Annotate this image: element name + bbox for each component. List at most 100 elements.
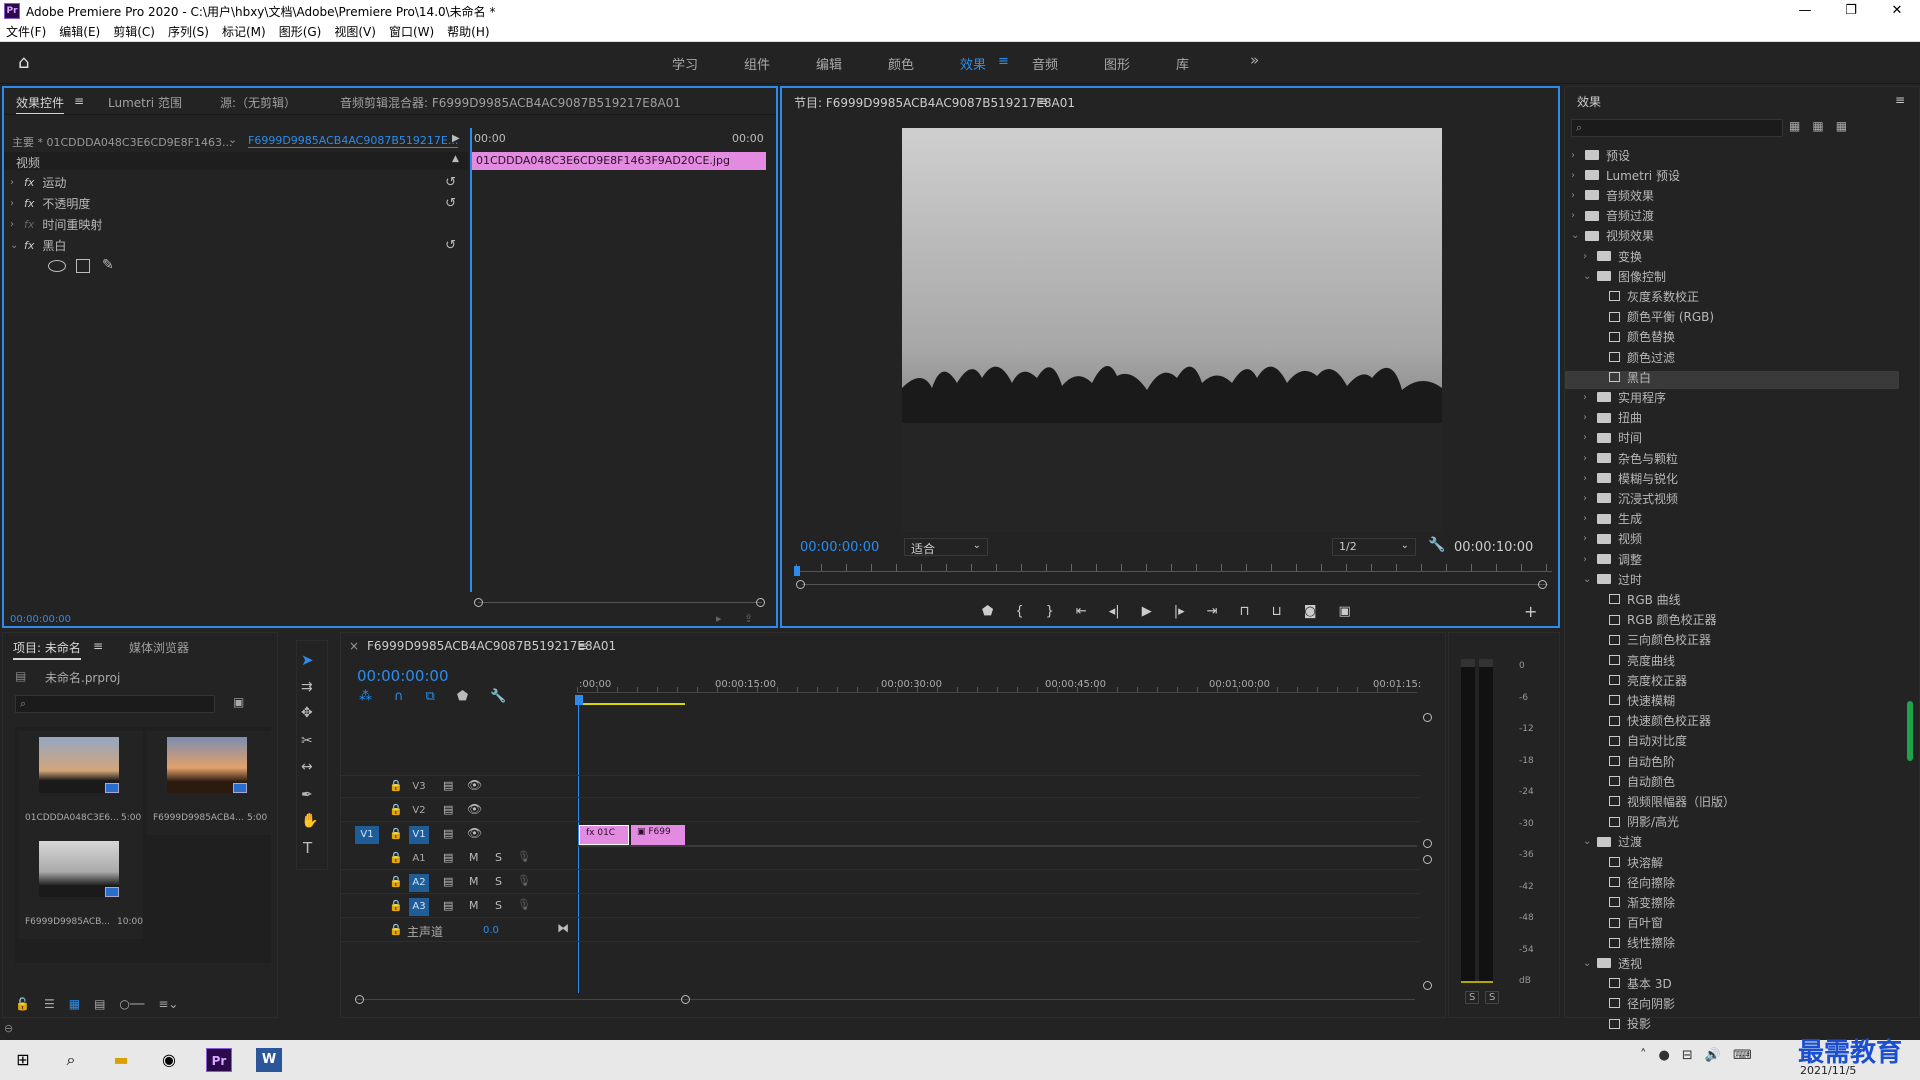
track-label-v3[interactable]: V3 (409, 778, 429, 796)
minimize-button[interactable]: — (1782, 0, 1828, 22)
yuv-effects-icon[interactable]: ▦ (1836, 119, 1847, 137)
effect-folder[interactable]: › 预设 (1571, 145, 1630, 165)
workspace-more-icon[interactable]: » (1250, 51, 1259, 69)
chevron-right-icon[interactable]: › (1583, 554, 1597, 565)
chevron-down-icon[interactable]: ⌄ (1583, 574, 1597, 585)
effect-row-black-white[interactable]: ⌄ fx 黑白 ↺ (10, 235, 466, 255)
tray-app-icon[interactable]: ● (1659, 1048, 1670, 1072)
add-marker-icon[interactable]: ⬟ (457, 689, 468, 704)
lock-track-icon[interactable]: 🔒 (389, 779, 403, 792)
tab-media-browser[interactable]: 媒体浏览器 (129, 639, 189, 656)
chevron-right-icon[interactable]: › (10, 198, 18, 209)
effect-item[interactable]: 颜色平衡 (RGB) (1609, 307, 1714, 327)
effects-search-input[interactable]: ⌕ (1571, 119, 1783, 137)
chevron-right-icon[interactable]: › (1571, 210, 1585, 221)
go-to-end-icon[interactable]: ⧓ (557, 921, 569, 935)
compare-view-icon[interactable]: ▣ (1338, 604, 1350, 624)
network-icon[interactable]: ⊟ (1682, 1048, 1693, 1072)
panel-menu-icon[interactable]: ≡ (74, 94, 84, 108)
sync-lock-icon[interactable]: ▤ (443, 779, 453, 792)
timeline-playhead[interactable] (575, 695, 583, 705)
effect-folder[interactable]: › 音频过渡 (1571, 206, 1654, 226)
workspace-color[interactable]: 颜色 (888, 54, 914, 73)
pen-tool-icon[interactable]: ✒ (301, 787, 313, 803)
effect-item[interactable]: 自动对比度 (1609, 731, 1687, 751)
effect-item[interactable]: 百叶窗 (1609, 913, 1663, 933)
maximize-button[interactable]: ❐ (1828, 0, 1874, 22)
effect-item[interactable]: 阴影/高光 (1609, 812, 1679, 832)
sort-icon[interactable]: ≡⌄ (158, 997, 178, 1011)
freeform-view-icon[interactable]: ▤ (94, 997, 105, 1011)
ec-zoom-handle-left[interactable] (474, 598, 483, 607)
zoom-slider[interactable]: ○── (119, 997, 144, 1011)
step-back-icon[interactable]: ◂| (1109, 604, 1120, 624)
menu-view[interactable]: 视图(V) (334, 23, 376, 40)
timeline-settings-icon[interactable]: 🔧 (490, 689, 506, 704)
input-method-icon[interactable]: ⌨ (1733, 1048, 1752, 1072)
chevron-right-icon[interactable]: › (1583, 412, 1597, 423)
effect-folder[interactable]: › 实用程序 (1583, 387, 1666, 407)
effect-item[interactable]: 块溶解 (1609, 852, 1663, 872)
panel-menu-icon[interactable]: ≡ (1038, 94, 1048, 108)
effect-item[interactable]: 快速模糊 (1609, 690, 1675, 710)
menu-graphics[interactable]: 图形(G) (279, 23, 322, 40)
effect-item[interactable]: 渐变擦除 (1609, 892, 1675, 912)
effects-scrollbar[interactable] (1907, 701, 1913, 761)
chevron-right-icon[interactable]: › (1583, 251, 1597, 262)
effect-folder[interactable]: ⌄ 图像控制 (1583, 266, 1666, 286)
program-video-frame[interactable] (902, 128, 1442, 532)
effect-folder[interactable]: ⌄ 视频效果 (1571, 226, 1654, 246)
mark-out-icon[interactable]: } (1046, 604, 1054, 624)
lock-track-icon[interactable]: 🔒 (389, 851, 403, 864)
program-timecode[interactable]: 00:00:00:00 (800, 540, 879, 555)
type-tool-icon[interactable]: T (303, 839, 312, 857)
fx-icon[interactable]: fx (24, 239, 34, 252)
effect-item[interactable]: 径向擦除 (1609, 872, 1675, 892)
extract-icon[interactable]: ⊔ (1272, 604, 1282, 624)
h-zoom-handle-left[interactable] (355, 995, 364, 1004)
effect-item[interactable]: 亮度曲线 (1609, 650, 1675, 670)
workspace-libraries[interactable]: 库 (1176, 54, 1189, 73)
effect-item[interactable]: 视频限幅器（旧版） (1609, 791, 1735, 811)
ec-timecode[interactable]: 00:00:00:00 (10, 614, 71, 625)
effect-row-motion[interactable]: › fx 运动 ↺ (10, 172, 466, 192)
effect-item[interactable]: 颜色过滤 (1609, 347, 1675, 367)
linked-selection-icon[interactable]: ⧉ (426, 689, 435, 704)
source-patch-v1[interactable]: V1 (355, 826, 379, 844)
reset-icon[interactable]: ↺ (445, 238, 456, 253)
icon-view-icon[interactable]: ▦ (69, 997, 80, 1011)
play-only-icon[interactable]: ▶ (452, 133, 460, 144)
effect-row-time-remap[interactable]: › fx 时间重映射 (10, 214, 466, 234)
menu-edit[interactable]: 编辑(E) (59, 23, 100, 40)
fx-icon[interactable]: fx (24, 197, 34, 210)
chevron-right-icon[interactable]: › (1583, 533, 1597, 544)
chevron-down-icon[interactable]: ⌄ (1583, 271, 1597, 282)
effect-folder[interactable]: › 生成 (1583, 509, 1642, 529)
sequence-clip-label[interactable]: F6999D9985ACB4AC9087B519217E... (248, 134, 459, 148)
program-playhead[interactable] (794, 566, 800, 576)
effect-folder[interactable]: › 沉浸式视频 (1583, 488, 1678, 508)
h-zoom-handle-right[interactable] (681, 995, 690, 1004)
ec-clip-bar[interactable]: 01CDDDA048C3E6CD9E8F1463F9AD20CE.jpg (472, 152, 766, 170)
collapse-icon[interactable]: ▲ (452, 154, 459, 164)
effect-item[interactable]: 自动颜色 (1609, 771, 1675, 791)
solo-button[interactable]: S (495, 875, 502, 888)
mic-icon[interactable]: 🎙 (517, 874, 531, 887)
sync-lock-icon[interactable]: ▤ (443, 803, 453, 816)
go-to-in-icon[interactable]: ⇤ (1076, 604, 1087, 624)
menu-file[interactable]: 文件(F) (6, 23, 46, 40)
program-zoom-right[interactable] (1538, 580, 1547, 589)
chevron-right-icon[interactable]: › (1583, 392, 1597, 403)
home-icon[interactable]: ⌂ (18, 52, 40, 73)
search-icon[interactable]: ⌕ (58, 1048, 84, 1072)
reset-icon[interactable]: ↺ (445, 196, 456, 211)
wrench-icon[interactable]: 🔧 (1428, 537, 1445, 553)
track-label-a3[interactable]: A3 (409, 898, 429, 916)
mute-button[interactable]: M (469, 851, 479, 864)
project-search-input[interactable]: ⌕ (15, 695, 215, 713)
track-label-a2[interactable]: A2 (409, 874, 429, 892)
windows-start-icon[interactable]: ⊞ (10, 1048, 36, 1072)
effect-item[interactable]: 三向颜色校正器 (1609, 630, 1711, 650)
workspace-effects[interactable]: 效果 (960, 54, 986, 73)
slip-tool-icon[interactable]: ↔ (301, 759, 313, 775)
